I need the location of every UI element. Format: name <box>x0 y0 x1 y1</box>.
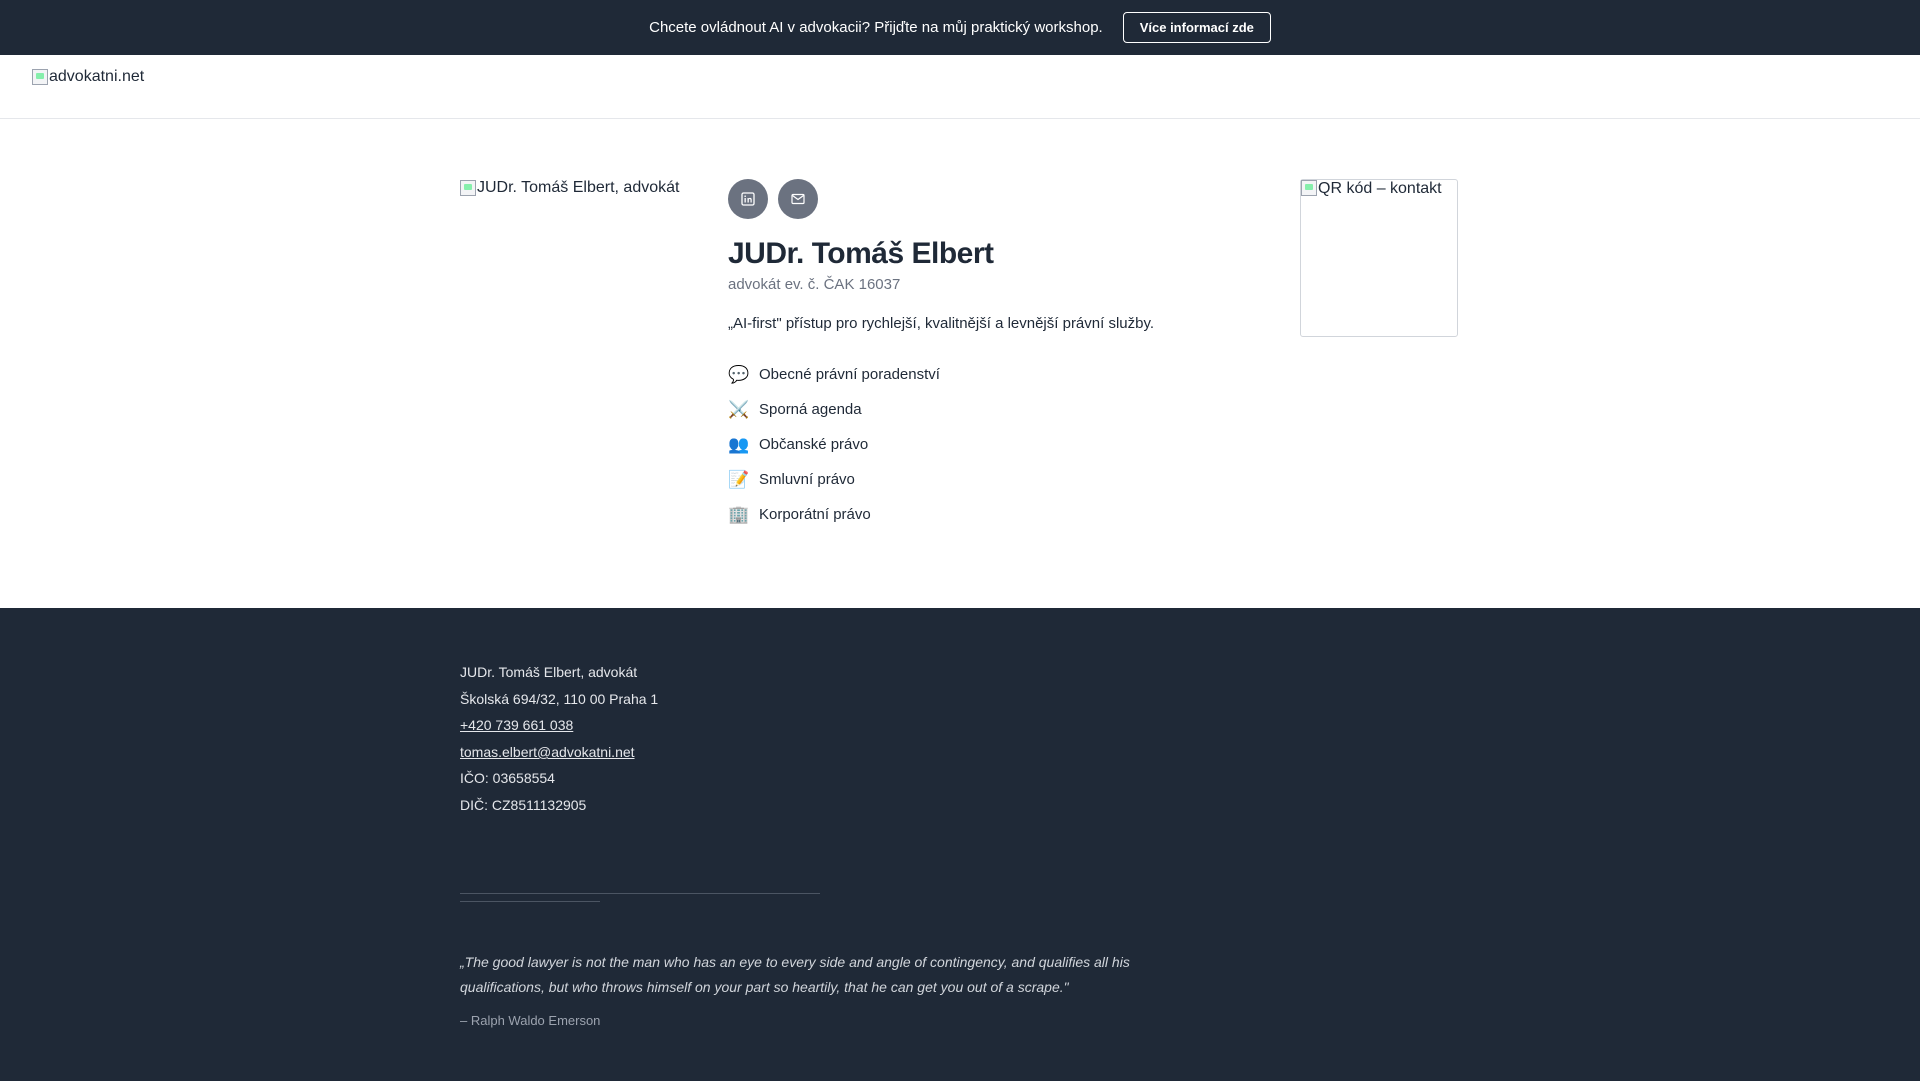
footer-divider <box>460 893 820 894</box>
service-label: Obecné právní poradenství <box>759 366 940 383</box>
broken-image-icon <box>1301 180 1317 196</box>
crossed-swords-icon: ⚔️ <box>728 399 750 419</box>
profile-photo: JUDr. Tomáš Elbert, advokát <box>460 179 679 197</box>
ico-number: IČO: 03658554 <box>460 770 555 786</box>
more-info-button[interactable]: Více informací zde <box>1122 12 1271 43</box>
quote-author: – Ralph Waldo Emerson <box>460 1013 601 1028</box>
qr-alt-text: QR kód – kontakt <box>1318 180 1442 197</box>
announcement-text: Chcete ovládnout AI v advokacii? Přijďte… <box>649 19 1103 36</box>
broken-image-icon <box>460 180 476 196</box>
people-icon: 👥 <box>728 434 750 454</box>
service-item: 🏢 Korporátní právo <box>728 500 1288 529</box>
dic-number: DIČ: CZ8511132905 <box>460 797 587 813</box>
profile-subtitle: advokát ev. č. ČAK 16037 <box>728 276 901 293</box>
footer-address: JUDr. Tomáš Elbert, advokát Školská 694/… <box>460 659 658 713</box>
qr-code: QR kód – kontakt <box>1300 179 1458 337</box>
service-item: 📝 Smluvní právo <box>728 465 1288 494</box>
service-item: ⚔️ Sporná agenda <box>728 395 1288 424</box>
service-item: 💬 Obecné právní poradenství <box>728 360 1288 389</box>
logo-alt-text: advokatni.net <box>49 68 145 85</box>
email-link[interactable]: tomas.elbert@advokatni.net <box>460 744 635 760</box>
footer-company-ids: IČO: 03658554 DIČ: CZ8511132905 <box>460 765 586 819</box>
footer-street: Školská 694/32, 110 00 Praha 1 <box>460 691 659 707</box>
site-footer: JUDr. Tomáš Elbert, advokát Školská 694/… <box>0 608 1920 1081</box>
service-label: Smluvní právo <box>759 471 855 488</box>
profile-name: JUDr. Tomáš Elbert <box>728 237 994 270</box>
phone-link[interactable]: +420 739 661 038 <box>460 717 573 733</box>
service-label: Občanské právo <box>759 436 869 453</box>
announcement-bar: Chcete ovládnout AI v advokacii? Přijďte… <box>0 0 1920 55</box>
office-building-icon: 🏢 <box>728 504 750 524</box>
site-logo[interactable]: advokatni.net <box>32 68 144 86</box>
social-links <box>728 179 1288 219</box>
mail-icon <box>791 193 805 205</box>
footer-divider-short <box>460 901 600 902</box>
footer-quote: „The good lawyer is not the man who has … <box>460 954 1130 995</box>
email-button[interactable] <box>778 179 818 219</box>
profile-section: JUDr. Tomáš Elbert, advokát JUDr. Tomáš … <box>0 119 1920 608</box>
linkedin-button[interactable] <box>728 179 768 219</box>
footer-contact: +420 739 661 038 tomas.elbert@advokatni.… <box>460 712 635 766</box>
service-label: Sporná agenda <box>759 401 862 418</box>
profile-tagline: „AI-first" přístup pro rychlejší, kvalit… <box>728 315 1155 332</box>
linkedin-icon <box>741 192 755 206</box>
service-item: 👥 Občanské právo <box>728 430 1288 459</box>
speech-bubble-icon: 💬 <box>728 364 750 384</box>
footer-name: JUDr. Tomáš Elbert, advokát <box>460 664 638 680</box>
broken-image-icon <box>32 69 48 85</box>
photo-alt-text: JUDr. Tomáš Elbert, advokát <box>477 179 680 196</box>
services-list: 💬 Obecné právní poradenství ⚔️ Sporná ag… <box>728 360 1288 529</box>
site-header: advokatni.net <box>0 55 1920 119</box>
memo-icon: 📝 <box>728 469 750 489</box>
profile-content: JUDr. Tomáš Elbert advokát ev. č. ČAK 16… <box>728 179 1288 535</box>
service-label: Korporátní právo <box>759 506 871 523</box>
